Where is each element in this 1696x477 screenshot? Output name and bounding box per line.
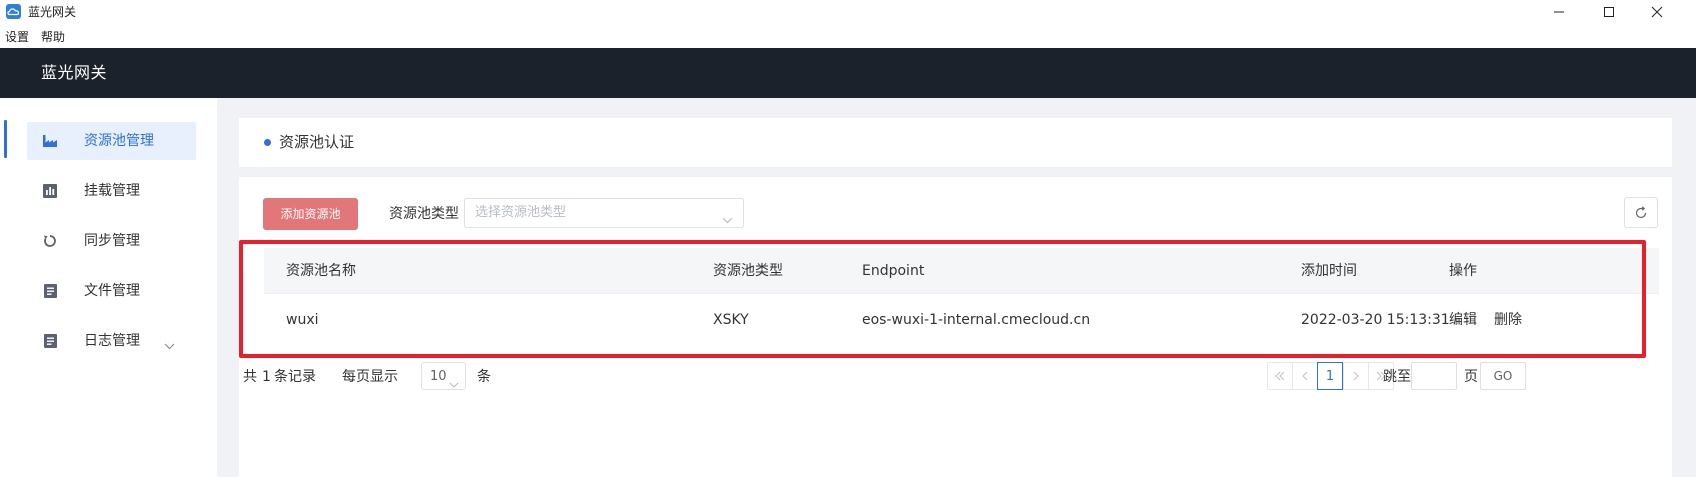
jump-label: 跳至 xyxy=(1383,369,1411,385)
double-chevron-left-icon xyxy=(1275,371,1285,381)
sidebar-item-logs[interactable]: 日志管理 xyxy=(27,322,196,360)
log-icon xyxy=(42,333,58,349)
active-indicator xyxy=(4,120,7,158)
table-row: wuxi XSKY eos-wuxi-1-internal.cmecloud.c… xyxy=(264,295,1659,345)
next-page-button[interactable] xyxy=(1343,362,1369,390)
first-page-button[interactable] xyxy=(1267,362,1293,390)
chevron-left-icon xyxy=(1302,371,1308,381)
prev-page-button[interactable] xyxy=(1292,362,1318,390)
page-size-value: 10 xyxy=(430,369,447,384)
sidebar-item-label: 文件管理 xyxy=(84,283,140,299)
menu-help[interactable]: 帮助 xyxy=(41,28,65,46)
maximize-icon xyxy=(1604,7,1614,17)
column-header-actions: 操作 xyxy=(1449,263,1477,279)
total-suffix: 条记录 xyxy=(274,369,316,385)
add-resource-pool-button[interactable]: 添加资源池 xyxy=(263,198,358,230)
sidebar: 资源池管理 挂载管理 同步管理 文件管理 日志管理 xyxy=(0,98,217,477)
delete-link[interactable]: 删除 xyxy=(1494,311,1522,329)
menu-settings[interactable]: 设置 xyxy=(5,28,29,46)
pagination: 共 1 条记录 每页显示 10 条 1 跳至 页 GO xyxy=(239,362,1672,390)
refresh-icon xyxy=(1635,205,1647,218)
document-icon xyxy=(42,283,58,299)
main-content: 资源池认证 添加资源池 资源池类型 选择资源池类型 资源池名称 资源池类型 En… xyxy=(217,98,1696,477)
cell-endpoint: eos-wuxi-1-internal.cmecloud.cn xyxy=(862,312,1091,328)
chevron-right-icon xyxy=(1353,371,1359,381)
page-unit: 页 xyxy=(1464,369,1478,385)
go-button[interactable]: GO xyxy=(1480,362,1526,390)
cell-type: XSKY xyxy=(713,312,749,328)
app-header: 蓝光网关 xyxy=(0,48,1696,98)
bar-chart-icon xyxy=(42,183,58,199)
column-header-endpoint: Endpoint xyxy=(862,263,925,279)
chevron-down-icon xyxy=(722,209,733,228)
sync-icon xyxy=(42,233,58,249)
page-size-label: 每页显示 xyxy=(342,369,398,385)
minimize-button[interactable] xyxy=(1536,0,1582,24)
page-size-unit: 条 xyxy=(477,369,491,385)
sidebar-item-mount[interactable]: 挂载管理 xyxy=(27,172,196,210)
close-button[interactable] xyxy=(1634,0,1680,24)
cell-added: 2022-03-20 15:13:31 xyxy=(1301,312,1450,328)
factory-icon xyxy=(42,133,58,149)
window-title: 蓝光网关 xyxy=(28,5,77,19)
sidebar-item-resource-pool[interactable]: 资源池管理 xyxy=(27,122,196,160)
minimize-icon xyxy=(1554,11,1564,13)
refresh-button[interactable] xyxy=(1624,197,1658,228)
table-header: 资源池名称 资源池类型 Endpoint 添加时间 操作 xyxy=(264,248,1659,294)
section-header-card: 资源池认证 xyxy=(239,118,1672,167)
total-count: 1 xyxy=(262,369,271,385)
chevron-down-icon xyxy=(449,373,459,392)
page-title: 资源池认证 xyxy=(279,133,355,151)
column-header-name: 资源池名称 xyxy=(286,263,356,279)
filter-label: 资源池类型 xyxy=(389,206,459,222)
select-placeholder: 选择资源池类型 xyxy=(475,205,567,220)
page-size-select[interactable]: 10 xyxy=(421,362,466,390)
current-page-button[interactable]: 1 xyxy=(1317,362,1343,390)
cell-name: wuxi xyxy=(286,312,319,328)
sidebar-item-sync[interactable]: 同步管理 xyxy=(27,222,196,260)
sidebar-item-label: 挂载管理 xyxy=(84,183,140,199)
total-prefix: 共 xyxy=(243,369,257,385)
sidebar-item-label: 日志管理 xyxy=(84,333,140,349)
window-titlebar: 蓝光网关 xyxy=(0,0,1696,24)
pool-type-select[interactable]: 选择资源池类型 xyxy=(464,198,744,228)
edit-link[interactable]: 编辑 xyxy=(1449,311,1477,329)
sidebar-item-files[interactable]: 文件管理 xyxy=(27,272,196,310)
sidebar-item-label: 资源池管理 xyxy=(84,133,154,149)
close-icon xyxy=(1651,6,1663,18)
jump-page-input[interactable] xyxy=(1411,362,1457,390)
app-title: 蓝光网关 xyxy=(41,63,108,82)
column-header-type: 资源池类型 xyxy=(713,263,783,279)
chevron-down-icon[interactable] xyxy=(164,335,175,354)
cloud-app-icon xyxy=(6,4,21,19)
section-dot xyxy=(264,139,271,146)
resource-pool-card: 添加资源池 资源池类型 选择资源池类型 资源池名称 资源池类型 Endpoint… xyxy=(239,177,1672,477)
column-header-added: 添加时间 xyxy=(1301,263,1357,279)
sidebar-item-label: 同步管理 xyxy=(84,233,140,249)
maximize-button[interactable] xyxy=(1586,0,1632,24)
